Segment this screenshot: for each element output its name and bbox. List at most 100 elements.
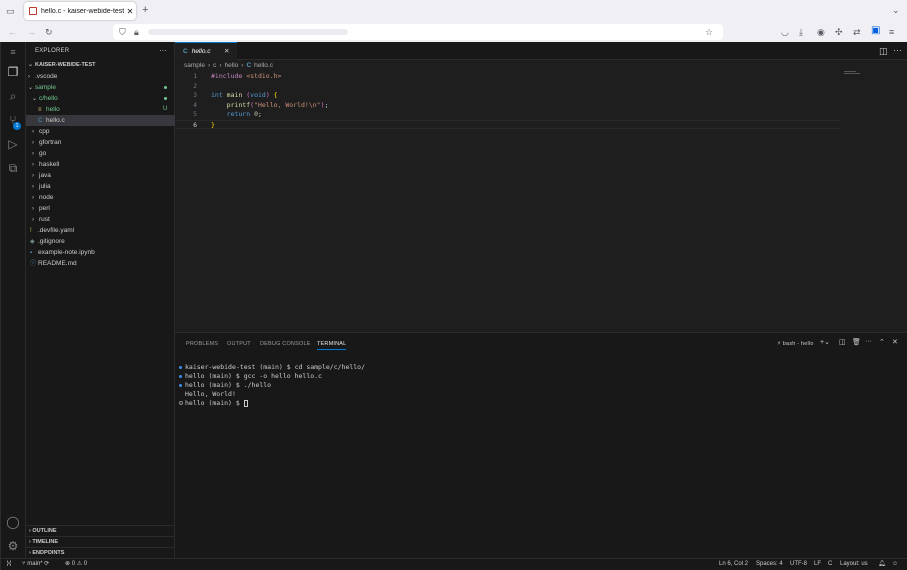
terminal-instance[interactable]: ⚡︎ bash - hello xyxy=(777,341,814,347)
browser-tab[interactable]: hello.c - kaiser-webide-test - I ✕ xyxy=(24,2,136,20)
command-decoration-icon[interactable] xyxy=(178,401,183,405)
tree-item[interactable]: › haskell xyxy=(26,159,175,170)
endpoints-section[interactable]: › ENDPOINTS xyxy=(26,547,175,558)
command-decoration-icon[interactable] xyxy=(179,375,182,378)
accounts-icon[interactable]: ◯ xyxy=(6,515,20,529)
more-actions-icon[interactable]: ··· xyxy=(865,338,872,345)
sidebar-icon[interactable]: ▣ xyxy=(871,26,880,36)
tree-item[interactable]: ▪ example-note.ipynb xyxy=(26,247,175,258)
tree-item-label: README.md xyxy=(38,260,77,267)
workspace-root[interactable]: ⌄ KAISER-WEBIDE-TEST xyxy=(26,60,175,71)
breadcrumb-c[interactable]: c xyxy=(213,62,216,69)
more-actions-icon[interactable]: ··· xyxy=(159,46,167,55)
hamburger-menu-icon[interactable]: ≡ xyxy=(6,45,20,59)
tree-item[interactable]: › .vscode xyxy=(26,71,175,82)
code-line[interactable]: 1 #include <stdio.h> xyxy=(175,72,840,82)
account-icon[interactable]: ◉ xyxy=(817,27,825,37)
run-debug-icon[interactable]: ▷ xyxy=(6,137,20,151)
code-line[interactable]: 6} xyxy=(175,119,840,129)
close-editor-icon[interactable]: ✕ xyxy=(224,43,229,60)
split-editor-icon[interactable]: ◫ xyxy=(879,46,888,56)
sync-icon[interactable]: ⟳ xyxy=(44,561,49,567)
close-tab-icon[interactable]: ✕ xyxy=(124,7,136,16)
split-terminal-icon[interactable]: ◫ xyxy=(839,338,846,346)
encoding-status[interactable]: UTF-8 xyxy=(790,559,807,570)
line-number: 4 xyxy=(193,100,197,109)
problems-status[interactable]: ⊗ 0 ⚠ 0 xyxy=(65,559,87,570)
back-arrow-icon[interactable]: ← xyxy=(8,27,17,37)
branch-status[interactable]: ⑂ main* ⟳ xyxy=(22,559,49,570)
search-icon[interactable]: ⌕ xyxy=(6,89,20,103)
tree-item[interactable]: › gfortran xyxy=(26,137,175,148)
editor-tab-hello-c[interactable]: Chello.c ✕ xyxy=(175,42,237,60)
downloads-icon[interactable]: ⤓ xyxy=(799,27,803,37)
minimap[interactable] xyxy=(844,71,860,77)
tab-list-icon[interactable]: ▭ xyxy=(6,6,15,16)
extensions-icon[interactable]: ⧉ xyxy=(6,161,20,175)
timeline-section[interactable]: › TIMELINE xyxy=(26,536,175,547)
cursor-position[interactable]: Ln 6, Col 2 xyxy=(719,559,748,570)
tree-item[interactable]: ! .devfile.yaml xyxy=(26,225,175,236)
breadcrumb-file[interactable]: hello.c xyxy=(254,62,273,69)
tree-item-label: sample xyxy=(35,84,56,91)
menu-icon[interactable]: ≡ xyxy=(889,27,894,37)
explorer-files-icon[interactable]: ❐ xyxy=(6,65,20,79)
tree-item[interactable]: › cpp xyxy=(26,126,175,137)
endpoints-label: ENDPOINTS xyxy=(32,550,65,556)
shield-icon[interactable]: ⛉ xyxy=(119,27,126,37)
tree-item[interactable]: › java xyxy=(26,170,175,181)
terminal-output[interactable]: kaiser-webide-test (main) $ cd sample/c/… xyxy=(178,363,365,408)
code-line[interactable]: 2 xyxy=(175,82,840,92)
close-panel-icon[interactable]: ✕ xyxy=(892,338,898,346)
tab-output[interactable]: OUTPUT xyxy=(227,341,251,347)
bookmark-star-icon[interactable]: ☆ xyxy=(705,27,713,37)
code-line[interactable]: 4 printf("Hello, World!\n"); xyxy=(175,101,840,111)
outline-section[interactable]: › OUTLINE xyxy=(26,525,175,536)
eol-status[interactable]: LF xyxy=(814,559,821,570)
more-actions-icon[interactable]: ··· xyxy=(893,45,902,55)
tree-item[interactable]: › perl xyxy=(26,203,175,214)
new-terminal-icon[interactable]: +⌄ xyxy=(820,338,830,346)
command-decoration-icon[interactable] xyxy=(179,384,182,387)
tree-item[interactable]: › node xyxy=(26,192,175,203)
lock-icon[interactable]: 🔒︎ xyxy=(134,27,139,37)
tree-item[interactable]: › julia xyxy=(26,181,175,192)
branch-icon: ⑂ xyxy=(22,561,26,567)
keyboard-layout-status[interactable]: Layout: us xyxy=(840,559,868,570)
language-status[interactable]: C xyxy=(828,559,832,570)
settings-gear-icon[interactable]: ⚙ xyxy=(6,539,20,553)
code-text: } xyxy=(211,120,215,129)
tab-terminal[interactable]: TERMINAL xyxy=(317,341,347,350)
tree-item[interactable]: ⌄ c/hello xyxy=(26,93,175,104)
tree-item[interactable]: ⓘ README.md xyxy=(26,258,175,269)
tab-debug-console[interactable]: DEBUG CONSOLE xyxy=(260,341,311,347)
new-tab-button[interactable]: + xyxy=(142,5,148,16)
breadcrumb-hello[interactable]: hello xyxy=(225,62,239,69)
indentation-status[interactable]: Spaces: 4 xyxy=(756,559,783,570)
reload-icon[interactable]: ↻ xyxy=(45,27,53,37)
code-line[interactable]: 3 int main (void) { xyxy=(175,91,840,101)
tree-item[interactable]: Chello.c xyxy=(26,115,175,126)
command-decoration-icon[interactable] xyxy=(179,366,182,369)
chevron-down-icon: ⌄ xyxy=(28,62,34,68)
url-bar[interactable]: ⛉ 🔒︎ ☆ xyxy=(113,24,723,40)
list-all-tabs-icon[interactable]: ⌄ xyxy=(892,5,900,15)
trash-icon[interactable]: 🗑︎ xyxy=(852,338,861,346)
code-line[interactable]: 5 return 0; xyxy=(175,110,840,120)
notifications-icon[interactable]: 🔔︎ xyxy=(878,559,886,570)
tree-item[interactable]: › rust xyxy=(26,214,175,225)
extensions-icon[interactable]: ✣ xyxy=(835,27,843,37)
tree-item[interactable]: ⌄ sample xyxy=(26,82,175,93)
maximize-panel-icon[interactable]: ⌃ xyxy=(879,338,885,346)
forward-arrow-icon[interactable]: → xyxy=(27,27,36,37)
pocket-icon[interactable]: ◡ xyxy=(781,27,789,37)
tab-problems[interactable]: PROBLEMS xyxy=(186,341,218,347)
remote-indicator-icon[interactable]: ⟩⟨ xyxy=(1,559,17,570)
browser-toolbar: ▭ hello.c - kaiser-webide-test - I ✕ + ⌄… xyxy=(0,0,907,42)
tree-item[interactable]: ≡ hello U xyxy=(26,104,175,115)
feedback-icon[interactable]: ☺ xyxy=(892,559,898,570)
translate-icon[interactable]: ⇄ xyxy=(853,27,861,37)
tree-item[interactable]: › go xyxy=(26,148,175,159)
tree-item[interactable]: ◆ .gitignore xyxy=(26,236,175,247)
breadcrumb-sample[interactable]: sample xyxy=(184,62,205,69)
